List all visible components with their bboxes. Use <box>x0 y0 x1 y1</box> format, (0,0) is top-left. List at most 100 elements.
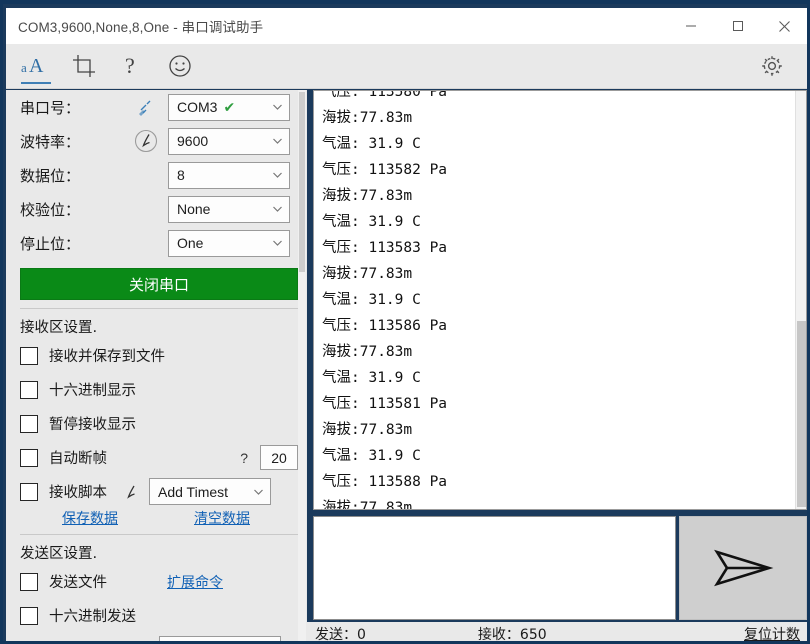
checkbox-box[interactable] <box>20 380 38 399</box>
toggle-port-button[interactable]: 关闭串口 <box>20 268 298 300</box>
checkbox-box[interactable] <box>20 572 38 591</box>
stopbits-value: One <box>177 235 204 251</box>
receive-scrollbar[interactable] <box>795 91 806 509</box>
checkbox-label: 十六进制发送 <box>49 609 136 625</box>
setting-row-baud: 波特率： 9600 <box>6 124 298 158</box>
received-count: 接收：650 <box>477 626 547 643</box>
stopbits-combo[interactable]: One <box>168 229 290 257</box>
maximize-button[interactable] <box>714 8 761 44</box>
setting-row-port: 串口号： COM3 ✔ <box>6 90 298 124</box>
chevron-down-icon <box>273 206 282 212</box>
databits-label: 数据位： <box>20 166 81 185</box>
baud-pen-icon[interactable] <box>124 128 168 154</box>
gear-icon <box>762 56 782 76</box>
clear-data-link[interactable]: 清空数据 <box>194 508 250 528</box>
chevron-down-icon <box>273 138 282 144</box>
receive-content: 气压: 113580 Pa 海拔:77.83m 气温: 31.9 C 气压: 1… <box>322 90 448 510</box>
parity-combo[interactable]: None <box>168 195 290 223</box>
port-label: 串口号： <box>20 98 81 117</box>
send-button[interactable] <box>679 516 807 620</box>
receive-links: 保存数据 清空数据 <box>20 508 298 528</box>
databits-combo[interactable]: 8 <box>168 161 290 189</box>
receive-settings-title: 接收区设置. <box>20 320 98 336</box>
save-data-link[interactable]: 保存数据 <box>62 508 118 528</box>
chevron-down-icon <box>273 240 282 246</box>
setting-row-databits: 数据位： 8 <box>6 158 298 192</box>
checkbox-label: 接收脚本 <box>49 485 107 501</box>
checkbox-box[interactable] <box>20 414 38 433</box>
checkbox-pause-display[interactable]: 暂停接收显示 <box>20 408 298 439</box>
checkbox-box[interactable] <box>20 346 38 365</box>
receive-script-value: Add Timest <box>158 483 229 500</box>
checkbox-receive-script[interactable]: 接收脚本 Add Timest <box>20 476 298 507</box>
checkbox-send-file[interactable]: 发送文件 扩展命令 <box>20 566 298 597</box>
crop-icon <box>73 55 95 77</box>
checkbox-save-to-file[interactable]: 接收并保存到文件 <box>20 340 298 371</box>
setting-row-stopbits: 停止位： One <box>6 226 298 260</box>
checkbox-hex-send[interactable]: 十六进制发送 <box>20 600 298 631</box>
checkbox-hex-display[interactable]: 十六进制显示 <box>20 374 298 405</box>
send-arrow-icon <box>714 549 774 587</box>
checkbox-auto-frame-break[interactable]: 自动断帧 ? 20 <box>20 442 298 473</box>
svg-text:?: ? <box>125 53 135 78</box>
serial-debug-assistant-window: COM3,9600,None,8,One - 串口调试助手 a A ? 串口号：… <box>0 0 810 644</box>
close-button[interactable] <box>761 8 807 44</box>
statusbar: 发送：0 接收：650 复位计数 <box>307 622 807 643</box>
parity-label: 校验位： <box>20 200 81 219</box>
checkbox-box[interactable] <box>20 640 38 641</box>
send-input[interactable] <box>313 516 676 620</box>
divider-2 <box>20 534 298 535</box>
help-icon: ? <box>125 53 135 78</box>
svg-text:A: A <box>29 55 44 77</box>
auto-frame-help-icon[interactable]: ? <box>240 450 248 466</box>
reset-count-link[interactable]: 复位计数 <box>744 624 800 642</box>
sidebar-scrollbar[interactable] <box>298 90 306 641</box>
send-settings-title: 发送区设置. <box>20 546 98 562</box>
maximize-icon <box>732 21 743 31</box>
receive-scrollbar-thumb[interactable] <box>797 321 806 507</box>
chevron-down-icon <box>273 172 282 178</box>
port-combo[interactable]: COM3 ✔ <box>168 93 290 121</box>
checkbox-box[interactable] <box>20 482 38 501</box>
smiley-icon <box>169 55 191 77</box>
font-size-icon: a A <box>21 55 44 77</box>
checkbox-label: 发送脚本 <box>49 639 107 641</box>
checkbox-box[interactable] <box>20 448 38 467</box>
minimize-icon <box>685 25 696 27</box>
minimize-button[interactable] <box>667 8 714 44</box>
sidebar-scrollbar-thumb[interactable] <box>299 92 305 272</box>
titlebar: COM3,9600,None,8,One - 串口调试助手 <box>6 8 807 44</box>
divider-1 <box>20 308 298 309</box>
checkbox-label: 暂停接收显示 <box>49 417 136 433</box>
baud-combo[interactable]: 9600 <box>168 127 290 155</box>
send-script-pen-icon[interactable] <box>131 640 151 642</box>
window-title: COM3,9600,None,8,One - 串口调试助手 <box>18 20 264 35</box>
auto-frame-timeout-input[interactable]: 20 <box>260 445 298 470</box>
crop-button[interactable] <box>60 44 108 88</box>
port-link-icon[interactable] <box>124 98 168 117</box>
extend-command-link[interactable]: 扩展命令 <box>167 572 223 592</box>
baud-label: 波特率： <box>20 132 81 151</box>
font-size-button[interactable]: a A <box>12 44 60 88</box>
port-value: COM3 <box>177 99 218 115</box>
receive-script-pen-icon[interactable] <box>121 482 141 502</box>
baud-value: 9600 <box>177 133 209 149</box>
toolbar: a A ? <box>6 44 807 89</box>
settings-button[interactable] <box>748 44 796 88</box>
smiley-button[interactable] <box>156 44 204 88</box>
stopbits-label: 停止位： <box>20 234 81 253</box>
send-script-combo[interactable]: CRC16-Mod <box>159 636 281 641</box>
svg-text:a: a <box>21 60 27 75</box>
close-icon <box>779 20 790 32</box>
parity-value: None <box>177 201 211 217</box>
checkbox-label: 自动断帧 <box>49 451 107 467</box>
receive-script-combo[interactable]: Add Timest <box>149 478 271 505</box>
databits-value: 8 <box>177 167 185 183</box>
checkbox-box[interactable] <box>20 606 38 625</box>
checkbox-send-script[interactable]: 发送脚本 CRC16-Mod <box>20 634 298 642</box>
help-button[interactable]: ? <box>108 44 156 88</box>
setting-row-parity: 校验位： None <box>6 192 298 226</box>
chevron-down-icon <box>254 489 263 495</box>
port-open-check-icon: ✔ <box>223 98 236 115</box>
receive-textarea[interactable]: 气压: 113580 Pa 海拔:77.83m 气温: 31.9 C 气压: 1… <box>313 90 807 510</box>
